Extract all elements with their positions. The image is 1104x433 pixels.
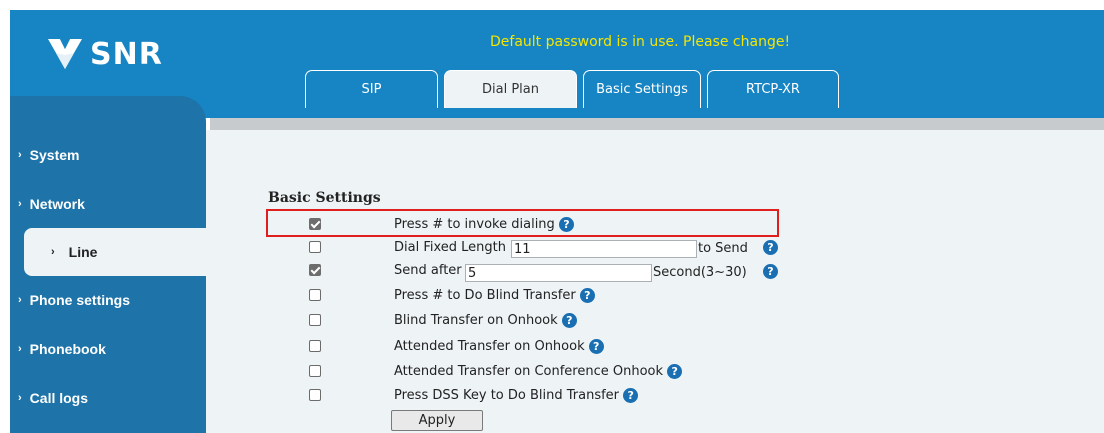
blind-transfer-label: Press # to Do Blind Transfer — [394, 288, 576, 303]
sidebar-item-phonebook[interactable]: › Phonebook — [18, 341, 106, 357]
tab-basic-settings[interactable]: Basic Settings — [583, 70, 701, 108]
attended-onhook-label: Attended Transfer on Onhook — [394, 339, 585, 354]
tab-bar: SIP Dial Plan Basic Settings RTCP-XR — [305, 70, 845, 108]
option-invoke-dialing: Press # to invoke dialing ? — [307, 214, 807, 236]
tab-rtcp-xr[interactable]: RTCP-XR — [707, 70, 839, 108]
sidebar-item-label: Phone settings — [29, 292, 131, 308]
chevron-right-icon: › — [51, 246, 55, 258]
help-icon[interactable]: ? — [667, 364, 683, 379]
option-dss-blind: Press DSS Key to Do Blind Transfer ? — [307, 385, 807, 407]
blind-onhook-checkbox[interactable] — [309, 314, 321, 326]
invoke-dialing-label: Press # to invoke dialing — [394, 217, 555, 232]
blind-onhook-label: Blind Transfer on Onhook — [394, 313, 558, 328]
section-title: Basic Settings — [268, 190, 381, 206]
sidebar-item-label: Phonebook — [29, 341, 106, 357]
brand-name: SNR — [90, 36, 163, 72]
option-attended-onhook: Attended Transfer on Onhook ? — [307, 336, 807, 358]
sidebar-item-label: Line — [68, 244, 98, 260]
dss-blind-checkbox[interactable] — [309, 389, 321, 401]
dial-fixed-length-label: Dial Fixed Length — [394, 240, 506, 255]
help-icon[interactable]: ? — [623, 388, 639, 403]
chevron-right-icon: › — [18, 198, 22, 210]
attended-onhook-checkbox[interactable] — [309, 340, 321, 352]
help-icon[interactable]: ? — [558, 217, 574, 232]
send-after-checkbox[interactable] — [309, 264, 321, 276]
help-icon[interactable]: ? — [763, 240, 778, 255]
sidebar-item-label: Call logs — [29, 390, 89, 406]
sidebar-item-phone-settings[interactable]: › Phone settings — [18, 292, 130, 308]
blind-transfer-checkbox[interactable] — [309, 289, 321, 301]
tab-dial-plan[interactable]: Dial Plan — [444, 70, 577, 108]
apply-button[interactable]: Apply — [391, 410, 483, 431]
help-icon[interactable]: ? — [588, 339, 604, 354]
sidebar-item-label: System — [29, 147, 80, 163]
sidebar-item-call-logs[interactable]: › Call logs — [18, 390, 88, 406]
help-icon[interactable]: ? — [561, 313, 577, 328]
chevron-right-icon: › — [18, 294, 22, 306]
chevron-right-icon: › — [18, 392, 22, 404]
attended-conf-onhook-checkbox[interactable] — [309, 365, 321, 377]
sidebar-item-label: Network — [29, 196, 85, 212]
send-after-input[interactable] — [465, 264, 652, 282]
help-icon[interactable]: ? — [763, 264, 778, 279]
sidebar-item-system[interactable]: › System — [18, 147, 79, 163]
option-blind-transfer: Press # to Do Blind Transfer ? — [307, 285, 807, 307]
dial-fixed-length-checkbox[interactable] — [309, 241, 321, 253]
sidebar-item-network[interactable]: › Network — [18, 196, 85, 212]
sidebar-item-line[interactable]: › Line — [24, 228, 206, 276]
invoke-dialing-checkbox[interactable] — [309, 218, 321, 230]
dial-fixed-length-input[interactable] — [511, 240, 697, 258]
chevron-right-icon: › — [18, 149, 22, 161]
option-blind-onhook: Blind Transfer on Onhook ? — [307, 310, 807, 332]
password-warning: Default password is in use. Please chang… — [490, 34, 791, 50]
send-after-label: Send after — [394, 263, 462, 278]
option-attended-conf-onhook: Attended Transfer on Conference Onhook ? — [307, 361, 807, 383]
brand-logo: SNR — [46, 32, 163, 76]
send-after-suffix: Second(3~30) — [653, 265, 747, 280]
attended-conf-onhook-label: Attended Transfer on Conference Onhook — [394, 364, 664, 379]
snr-logo-icon — [48, 39, 82, 69]
dss-blind-label: Press DSS Key to Do Blind Transfer — [394, 388, 620, 403]
help-icon[interactable]: ? — [579, 288, 595, 303]
tab-divider-bar — [210, 118, 1104, 130]
chevron-right-icon: › — [18, 343, 22, 355]
tab-sip[interactable]: SIP — [305, 70, 438, 108]
dial-fixed-length-suffix: to Send — [698, 241, 748, 256]
